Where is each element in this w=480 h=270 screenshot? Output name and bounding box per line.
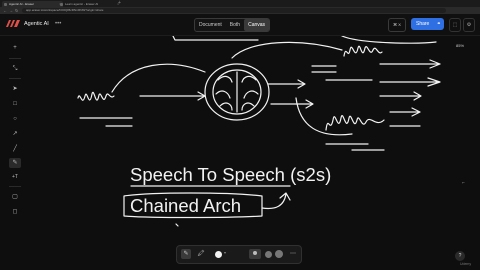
tab-label: Agentic AI - Eraser [9,2,35,6]
ink-waveform [77,91,115,101]
forward-icon[interactable]: → [9,7,13,14]
new-tab-button[interactable]: + [118,0,121,7]
subheading-text[interactable]: Chained Arch [130,195,241,217]
eraser-logo-icon[interactable] [6,20,20,27]
ink-stroke [311,65,373,81]
app-title[interactable]: Agentic AI [24,19,49,29]
ink-stroke [325,143,385,151]
share-label: Share [416,21,430,27]
more-menu-icon[interactable]: ••• [55,19,61,29]
toolbar-divider [9,78,21,79]
ink-curve [231,41,343,59]
line-icon[interactable]: ╱ [9,144,21,154]
rectangle-icon[interactable]: □ [9,99,21,109]
favicon-icon [60,2,63,6]
ink-waveform [325,115,385,131]
chevron-down-icon[interactable]: ▾ [224,250,226,255]
tab-canvas[interactable]: Canvas [244,19,270,31]
tab-both[interactable]: Both [226,19,244,31]
stroke-medium[interactable] [265,251,272,258]
pen-toolbar: ✎ 🖍 ▾ ⋯ [176,245,302,264]
arrow-icon[interactable]: ↗ [9,129,21,139]
ink-arrow [267,79,306,89]
view-mode-toggle: Document Both Canvas [194,18,271,32]
select-icon[interactable]: ⤡ [9,64,21,74]
comment-icon[interactable]: ◻ [9,207,21,217]
address-bar: ← → ↻ app.eraser.io/workspace/hO0QIBcRNm… [0,7,480,14]
export-icon[interactable]: ⬚ [449,18,461,32]
back-icon[interactable]: ← [3,7,7,14]
share-button[interactable]: Share ⚭ [411,18,444,30]
ink-waveform [343,45,383,57]
toolbar-divider [9,186,21,187]
browser-tabstrip: Agentic AI - Eraser × Learn agentic - Er… [0,0,480,7]
stroke-thick[interactable] [275,250,283,258]
settings-icon[interactable]: ⚙ [463,18,475,32]
ink-arrow [139,91,206,101]
ink-curve [111,63,206,93]
brain-fold [215,75,233,111]
more-icon[interactable]: ⋯ [288,249,298,259]
ink-stroke [175,223,179,227]
favicon-icon [4,2,7,6]
ink-stroke [341,36,437,44]
pen-tool-icon[interactable]: ✎ [181,249,191,259]
ink-stroke [172,36,259,41]
text-icon[interactable]: +T [9,172,21,182]
resize-handle-icon[interactable]: ⌐ [462,180,465,186]
shortcut-button[interactable]: ⌘ X [388,18,406,32]
tab-document[interactable]: Document [195,19,226,31]
zoom-level[interactable]: 85% [456,43,464,48]
highlighter-icon[interactable]: 🖍 [196,249,206,259]
ink-arrow [389,107,421,127]
color-dot[interactable] [215,251,222,258]
help-button[interactable]: ? [455,251,465,261]
stroke-thin[interactable] [249,249,261,259]
tab-label: Learn agentic - Eraser AI [65,2,99,6]
pen-icon[interactable]: ✎ [9,158,21,168]
ink-arrow [270,99,314,109]
ink-arrow [261,192,291,210]
drawing-canvas[interactable] [28,36,480,270]
ink-arrow [379,59,441,87]
cursor-icon[interactable]: ➤ [9,84,21,94]
frame-icon[interactable]: ▢ [9,192,21,202]
watermark: Udemy [460,262,472,266]
ink-arrow [379,91,422,101]
heading-text[interactable]: Speech To Speech (s2s) [130,164,331,186]
circle-icon[interactable]: ○ [9,114,21,124]
url-field[interactable]: app.eraser.io/workspace/hO0QIBcRNm5NW?or… [22,8,446,13]
reload-icon[interactable]: ↻ [15,7,18,14]
add-icon[interactable]: + [9,43,21,53]
toolbar-divider [9,58,21,59]
brain-fold [241,75,259,111]
link-icon: ⚭ [436,21,441,27]
